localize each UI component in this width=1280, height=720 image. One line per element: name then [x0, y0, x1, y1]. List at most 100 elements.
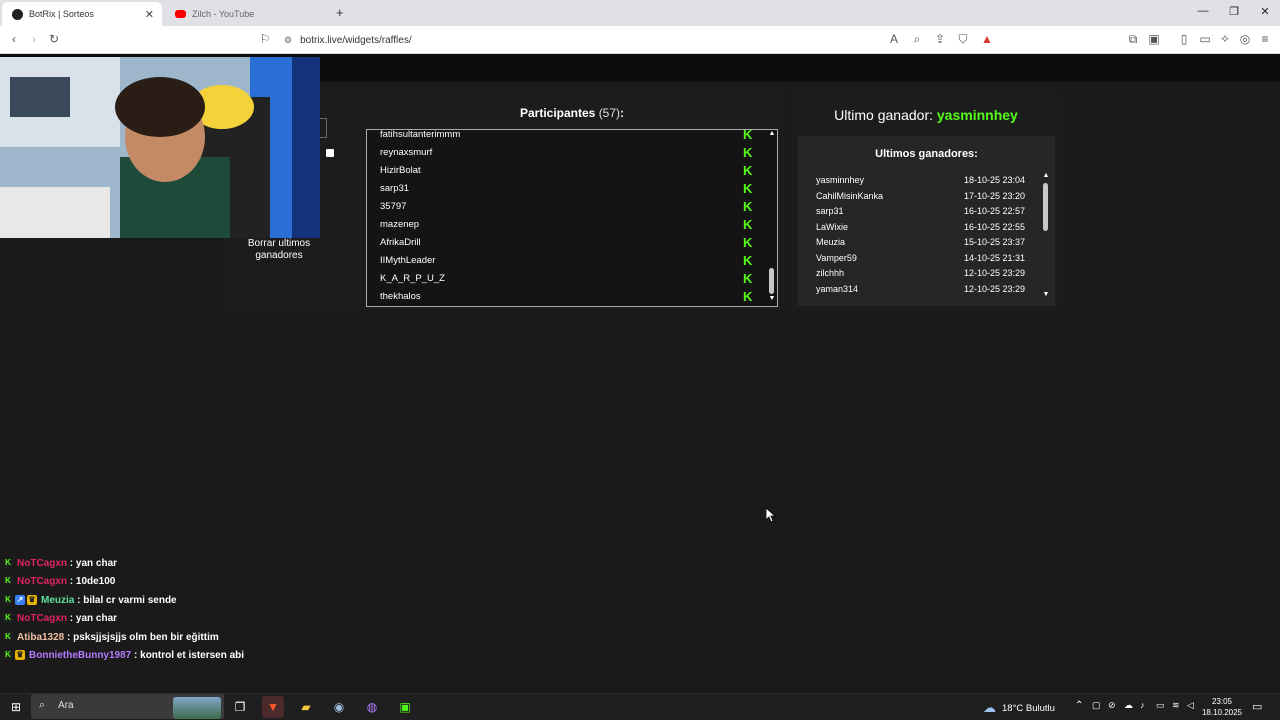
forward-icon[interactable]: ›	[26, 32, 42, 46]
winner-date: 14-10-25 21:31	[964, 252, 1026, 263]
new-tab-button[interactable]: +	[336, 5, 344, 20]
scroll-thumb[interactable]	[1043, 183, 1048, 231]
winner-name: sarp31	[816, 206, 844, 216]
brave-browser-icon[interactable]: ▼	[262, 696, 284, 718]
kick-badge-icon: K	[3, 558, 13, 568]
participants-scrollbar[interactable]: ▲ ▼	[767, 130, 777, 305]
list-item: Meuzia 15-10-25 23:37	[816, 235, 1038, 251]
winner-name: zilchhh	[816, 268, 845, 278]
chat-username: Atiba1328	[17, 631, 65, 643]
close-tab-icon[interactable]: ✕	[145, 8, 154, 21]
list-item: K_A_R_P_U_Z K	[380, 270, 765, 288]
winner-date: 15-10-25 23:37	[964, 237, 1026, 247]
list-item: sarp31 16-10-25 22:57	[816, 204, 1038, 220]
list-item: zilchhh 12-10-25 23:29	[816, 266, 1038, 282]
winner-name: Vamper59	[816, 252, 857, 263]
tray-chevron-icon[interactable]: ⌃	[1075, 700, 1083, 711]
extensions-icon[interactable]: ⧉	[1125, 32, 1141, 47]
maximize-button[interactable]: ❐	[1219, 5, 1249, 18]
recent-winners-list[interactable]: yasminnhey 18-10-25 23:04 CahilMisinKanka…	[806, 172, 1038, 304]
taskbar-clock[interactable]: 23:05 18.10.2025	[1196, 696, 1248, 718]
tab-label: Zilch - YouTube	[192, 9, 255, 19]
chat-text: : psksjjsjsjjs olm ben bir eğittim	[67, 631, 219, 643]
settings-checkbox[interactable]	[326, 149, 334, 157]
tray-display-icon[interactable]: ▭	[1156, 700, 1165, 711]
clear-winners-button[interactable]: Borrar ultimos ganadores	[240, 238, 318, 262]
tray-mic-icon[interactable]: ♪	[1140, 700, 1145, 710]
reload-icon[interactable]: ↻	[46, 32, 62, 46]
search-icon: ⌕	[39, 699, 46, 711]
zoom-icon[interactable]: ⌕	[909, 32, 925, 47]
brave-rewards-icon[interactable]: ▲	[979, 32, 995, 46]
last-winner-name: yasminnhey	[936, 107, 1018, 123]
windows-start-icon[interactable]: ⊞	[5, 696, 27, 718]
participants-label: Participantes	[519, 106, 596, 120]
chat-message: K NoTCagxn : yan char	[3, 609, 117, 627]
scroll-down-icon[interactable]: ▼	[768, 295, 776, 302]
menu-icon[interactable]: ≡	[1257, 32, 1273, 46]
task-view-icon[interactable]: ❐	[229, 696, 251, 718]
translate-icon[interactable]: A	[886, 32, 902, 46]
scroll-thumb[interactable]	[769, 268, 774, 294]
tab-label: BotRix | Sorteos	[29, 9, 94, 19]
tab-youtube[interactable]: Zilch - YouTube	[165, 2, 333, 26]
address-bar[interactable]: ⚙ botrix.live/widgets/raffles/	[284, 31, 874, 49]
participants-list[interactable]: fatihsultanterimmm K reynaxsmurf K HizirBo…	[366, 129, 778, 307]
file-explorer-icon[interactable]: ▰	[295, 696, 317, 718]
wallet-icon[interactable]: ▭	[1197, 32, 1213, 46]
back-icon[interactable]: ‹	[6, 32, 22, 46]
participant-name: IIMythLeader	[380, 255, 436, 266]
bookmark-icon[interactable]: ⚐	[257, 32, 273, 46]
kick-icon: K	[743, 163, 753, 178]
chat-username: NoTCagxn	[17, 612, 67, 624]
tray-volume-icon[interactable]: ◁	[1187, 700, 1194, 711]
participant-name: thekhalos	[380, 291, 421, 302]
weather-widget[interactable]: ☁ 18°C Bulutlu	[983, 700, 1055, 716]
kick-badge-icon: K	[3, 613, 13, 623]
steam-icon[interactable]: ◉	[328, 696, 350, 718]
list-item: reynaxsmurf K	[380, 144, 765, 162]
site-info-icon[interactable]: ⚙	[284, 35, 292, 46]
brave-shield-icon[interactable]: ⛉	[955, 32, 971, 47]
participants-count: (57)	[598, 106, 621, 120]
scroll-up-icon[interactable]: ▲	[1042, 172, 1050, 179]
list-item: 35797 K	[380, 198, 765, 216]
vpn-icon[interactable]: ◎	[1237, 32, 1253, 46]
list-item: Vamper59 14-10-25 21:31	[816, 251, 1038, 267]
leo-ai-icon[interactable]: ✧	[1217, 32, 1233, 46]
tray-app-icon[interactable]: ▢	[1092, 700, 1101, 711]
scroll-up-icon[interactable]: ▲	[768, 130, 776, 137]
close-window-button[interactable]: ✕	[1250, 5, 1280, 18]
winner-name: CahilMisinKanka	[816, 190, 884, 201]
list-item: thekhalos K	[380, 288, 765, 306]
winner-date: 16-10-25 22:57	[964, 206, 1026, 216]
minimize-button[interactable]: —	[1188, 5, 1218, 17]
winners-scrollbar[interactable]: ▲ ▼	[1041, 172, 1050, 301]
tray-cloud-icon[interactable]: ☁	[1124, 700, 1133, 711]
chat-text: : 10de100	[69, 575, 116, 587]
tray-wifi-icon[interactable]: ≋	[1172, 700, 1180, 711]
participant-name: sarp31	[380, 183, 410, 194]
sidebar-icon[interactable]: ▯	[1176, 32, 1192, 46]
media-icon[interactable]: ▣	[1146, 32, 1162, 46]
chat-text: : yan char	[69, 557, 118, 569]
clock-date: 18.10.2025	[1201, 708, 1243, 717]
discord-icon[interactable]: ◍	[361, 696, 383, 718]
participant-name: reynaxsmurf	[380, 147, 433, 158]
kick-icon: K	[743, 181, 753, 196]
scroll-down-icon[interactable]: ▼	[1042, 291, 1050, 298]
chat-message: K ↗ ♛ Meuzia : bilal cr varmi sende	[3, 591, 177, 609]
kick-app-icon[interactable]: ▣	[394, 696, 416, 718]
tab-botrix[interactable]: BotRix | Sorteos ✕	[2, 2, 162, 26]
tray-network-off-icon[interactable]: ⊘	[1108, 700, 1116, 711]
participant-name: fatihsultanterimmm	[380, 129, 461, 140]
kick-badge-icon: K	[3, 595, 13, 605]
weather-text: 18°C Bulutlu	[1002, 702, 1055, 714]
winner-date: 12-10-25 23:29	[964, 268, 1026, 278]
kick-icon: K	[743, 199, 753, 214]
chat-username: Meuzia	[41, 594, 75, 606]
browser-tab-bar: BotRix | Sorteos ✕ Zilch - YouTube + — ❐…	[0, 0, 1280, 26]
subscriber-badge-icon: ♛	[15, 650, 25, 660]
share-icon[interactable]: ⇪	[932, 32, 948, 46]
notifications-icon[interactable]: ▭	[1252, 700, 1262, 713]
